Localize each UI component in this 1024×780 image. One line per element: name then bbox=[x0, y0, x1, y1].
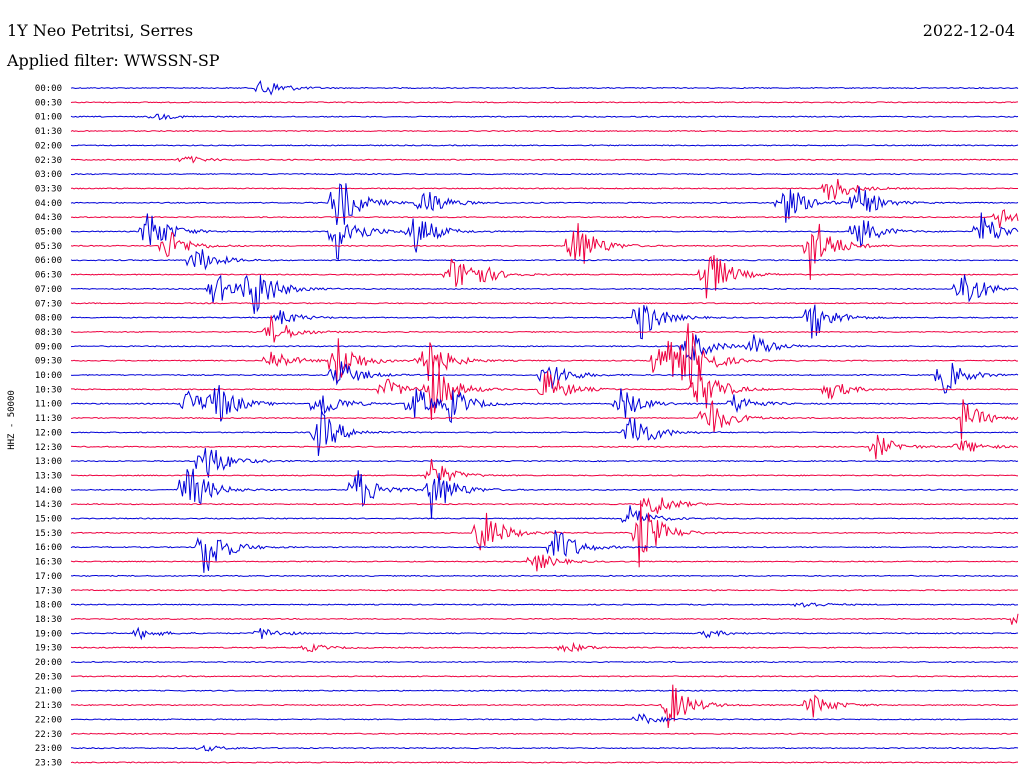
time-tick-label: 03:30 bbox=[35, 184, 62, 194]
trace-line bbox=[70, 173, 1019, 176]
trace-line bbox=[70, 255, 1019, 299]
time-tick-label: 21:30 bbox=[35, 701, 62, 711]
time-tick-label: 23:00 bbox=[35, 744, 62, 754]
trace-line bbox=[70, 178, 1018, 200]
trace-group bbox=[70, 80, 1019, 764]
trace-line bbox=[70, 732, 1019, 735]
time-tick-label: 13:00 bbox=[35, 457, 62, 467]
time-tick-label: 11:30 bbox=[35, 414, 62, 424]
time-tick-label: 02:30 bbox=[35, 156, 62, 166]
trace-line bbox=[71, 744, 1019, 752]
time-tick-label: 11:00 bbox=[35, 400, 62, 410]
trace-line bbox=[70, 304, 1019, 340]
time-tick-label: 22:00 bbox=[35, 715, 62, 725]
trace-line bbox=[70, 434, 1019, 460]
trace-line bbox=[70, 497, 1019, 514]
time-tick-label: 09:00 bbox=[35, 342, 62, 352]
time-tick-label: 14:00 bbox=[35, 486, 62, 496]
trace-line bbox=[70, 144, 1019, 147]
trace-line bbox=[70, 209, 1019, 228]
time-tick-label: 04:30 bbox=[35, 213, 62, 223]
trace-line bbox=[70, 212, 1019, 261]
time-tick-label: 04:00 bbox=[35, 199, 62, 209]
trace-line bbox=[70, 315, 1019, 343]
time-tick-label: 08:00 bbox=[35, 314, 62, 324]
trace-line bbox=[70, 626, 1019, 641]
time-tick-label: 02:00 bbox=[35, 141, 62, 151]
helicorder-page: 1Y Neo Petritsi, Serres 2022-12-04 Appli… bbox=[0, 0, 1024, 780]
trace-line bbox=[70, 574, 1019, 577]
trace-line bbox=[70, 468, 1019, 519]
time-tick-label: 19:30 bbox=[35, 644, 62, 654]
trace-line bbox=[70, 589, 1019, 592]
trace-line bbox=[70, 334, 1019, 361]
time-tick-label: 14:30 bbox=[35, 500, 62, 510]
time-tick-label: 10:30 bbox=[35, 385, 62, 395]
trace-line bbox=[71, 359, 1019, 421]
trace-line bbox=[71, 274, 1019, 314]
time-tick-label: 12:00 bbox=[35, 428, 62, 438]
time-tick-label: 23:30 bbox=[35, 758, 62, 768]
time-tick-label: 01:00 bbox=[35, 113, 62, 123]
time-tick-label: 21:00 bbox=[35, 687, 62, 697]
tick-label-group: 00:00 00:30 01:00 01:30 02:00 02:30 03:00 03:30… bbox=[35, 84, 62, 768]
time-tick-label: 06:00 bbox=[35, 256, 62, 266]
trace-line bbox=[70, 302, 1019, 305]
time-tick-label: 09:30 bbox=[35, 357, 62, 367]
trace-line bbox=[70, 155, 1019, 164]
time-tick-label: 07:30 bbox=[35, 299, 62, 309]
time-tick-label: 00:30 bbox=[35, 98, 62, 108]
trace-line bbox=[70, 641, 1019, 653]
trace-line bbox=[70, 113, 1019, 121]
trace-line bbox=[70, 713, 1019, 725]
time-tick-label: 17:30 bbox=[35, 586, 62, 596]
time-tick-label: 16:00 bbox=[35, 543, 62, 553]
y-axis-label: HHZ - 50000 bbox=[7, 390, 17, 450]
time-tick-label: 07:00 bbox=[35, 285, 62, 295]
time-tick-label: 17:00 bbox=[35, 572, 62, 582]
trace-line bbox=[70, 458, 1019, 482]
trace-line bbox=[70, 130, 1019, 133]
time-tick-label: 08:30 bbox=[35, 328, 62, 338]
trace-line bbox=[70, 385, 1019, 424]
time-tick-label: 20:00 bbox=[35, 658, 62, 668]
trace-line bbox=[70, 249, 1018, 271]
trace-line bbox=[70, 689, 1019, 692]
trace-line bbox=[71, 675, 1019, 678]
time-tick-label: 20:30 bbox=[35, 672, 62, 682]
trace-line bbox=[70, 505, 1019, 523]
time-tick-label: 18:30 bbox=[35, 615, 62, 625]
time-tick-label: 06:30 bbox=[35, 271, 62, 281]
time-tick-label: 13:30 bbox=[35, 471, 62, 481]
time-tick-label: 05:00 bbox=[35, 228, 62, 238]
trace-line bbox=[70, 399, 1019, 440]
time-tick-label: 15:30 bbox=[35, 529, 62, 539]
time-tick-label: 10:00 bbox=[35, 371, 62, 381]
trace-line bbox=[70, 602, 1019, 608]
trace-line bbox=[70, 761, 1018, 764]
trace-line bbox=[70, 101, 1019, 104]
time-tick-label: 15:00 bbox=[35, 515, 62, 525]
helicorder-plot: 00:00 00:30 01:00 01:30 02:00 02:30 03:00 03:30… bbox=[7, 80, 1019, 768]
trace-line bbox=[71, 660, 1019, 664]
time-tick-label: 05:30 bbox=[35, 242, 62, 252]
time-tick-label: 00:00 bbox=[35, 84, 62, 94]
trace-line bbox=[71, 613, 1019, 625]
time-tick-label: 01:30 bbox=[35, 127, 62, 137]
time-tick-label: 19:00 bbox=[35, 629, 62, 639]
time-tick-label: 16:30 bbox=[35, 558, 62, 568]
time-tick-label: 22:30 bbox=[35, 730, 62, 740]
time-tick-label: 18:00 bbox=[35, 601, 62, 611]
time-tick-label: 12:30 bbox=[35, 443, 62, 453]
time-tick-label: 03:00 bbox=[35, 170, 62, 180]
trace-line bbox=[70, 80, 1019, 96]
